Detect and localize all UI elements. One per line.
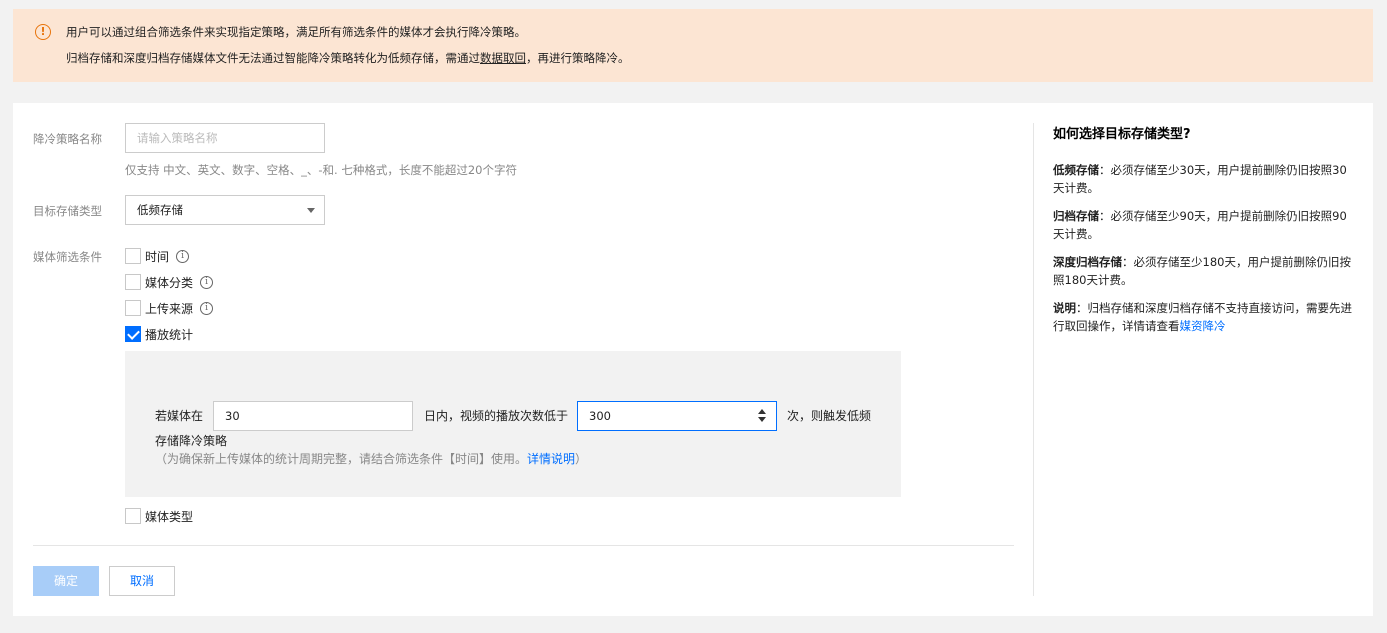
target-storage-select[interactable]: 低频存储 [125,195,325,225]
notice-line-1: 用户可以通过组合筛选条件来实现指定策略，满足所有筛选条件的媒体才会执行降冷策略。 [66,25,526,39]
play-stats-prefix: 若媒体在 [155,409,204,423]
filter-media-category[interactable]: 媒体分类 i [125,273,214,291]
help-item-archive: 归档存储：必须存储至少90天，用户提前删除仍旧按照90天计费。 [1053,207,1358,243]
filter-media-category-label: 媒体分类 [145,275,194,290]
media-cooling-link[interactable]: 媒资降冷 [1180,319,1226,333]
info-icon[interactable]: i [200,275,214,289]
form-divider [33,545,1014,546]
target-storage-label: 目标存储类型 [33,204,102,218]
help-note: 说明：归档存储和深度归档存储不支持直接访问，需要先进行取回操作，详情请查看媒资降… [1053,299,1358,335]
filter-play-stats-checkbox[interactable] [125,326,141,342]
filter-time-checkbox[interactable] [125,248,141,264]
storage-help-title: 如何选择目标存储类型? [1053,127,1191,142]
policy-name-input[interactable]: 请输入策略名称 [125,123,325,153]
policy-name-hint: 仅支持 中文、英文、数字、空格、_、-和. 七种格式，长度不能超过20个字符 [125,163,517,177]
form-panel: 降冷策略名称 请输入策略名称 仅支持 中文、英文、数字、空格、_、-和. 七种格… [13,103,1373,616]
help-note-term: 说明 [1053,301,1076,315]
play-stats-note-before: （为确保新上传媒体的统计周期完整，请结合筛选条件【时间】使用。 [155,452,528,466]
cancel-button[interactable]: 取消 [109,566,175,596]
notice-line-2-after: ，再进行策略降冷。 [526,51,630,65]
play-stats-middle: 日内，视频的播放次数低于 [424,409,569,423]
info-icon[interactable]: i [176,249,190,263]
filter-time-label: 时间 [145,249,170,264]
filter-media-type-label: 媒体类型 [145,509,194,524]
filter-upload-source-checkbox[interactable] [125,300,141,316]
notice-line-2: 归档存储和深度归档存储媒体文件无法通过智能降冷策略转化为低频存储，需通过数据取回… [66,50,630,66]
chevron-down-icon [307,208,315,213]
play-stats-suffix: 次，则触发低频 [787,409,872,423]
info-icon[interactable]: i [200,301,214,315]
play-stats-suffix-line2: 存储降冷策略 [155,434,228,448]
number-stepper-icon[interactable] [758,409,766,423]
help-term: 归档存储 [1053,209,1099,223]
help-item-deep-archive: 深度归档存储：必须存储至少180天，用户提前删除仍旧按照180天计费。 [1053,253,1358,289]
filter-media-category-checkbox[interactable] [125,274,141,290]
confirm-button[interactable]: 确定 [33,566,99,596]
filter-media-type-checkbox[interactable] [125,508,141,524]
filter-play-stats[interactable]: 播放统计 [125,325,193,343]
data-retrieval-link[interactable]: 数据取回 [480,51,526,65]
play-stats-note: （为确保新上传媒体的统计周期完整，请结合筛选条件【时间】使用。详情说明） [155,450,587,467]
filter-play-stats-label: 播放统计 [145,327,194,342]
play-count-input[interactable]: 300 [577,401,777,431]
help-term: 低频存储 [1053,163,1099,177]
target-storage-value: 低频存储 [137,203,183,217]
days-input[interactable]: 30 [213,401,413,431]
media-filter-label: 媒体筛选条件 [33,250,102,264]
side-divider [1033,123,1034,596]
filter-upload-source[interactable]: 上传来源 i [125,299,214,317]
details-link[interactable]: 详情说明 [527,452,575,466]
play-count-value: 300 [589,409,611,423]
filter-upload-source-label: 上传来源 [145,301,194,316]
warning-circle-icon: ! [35,24,51,40]
play-stats-note-after: ） [575,452,588,466]
notice-banner: ! 用户可以通过组合筛选条件来实现指定策略，满足所有筛选条件的媒体才会执行降冷策… [13,9,1373,82]
storage-help-panel: 如何选择目标存储类型? 低频存储：必须存储至少30天，用户提前删除仍旧按照30天… [1053,123,1358,345]
help-term: 深度归档存储 [1053,255,1122,269]
policy-name-label: 降冷策略名称 [33,132,102,146]
notice-line-2-before: 归档存储和深度归档存储媒体文件无法通过智能降冷策略转化为低频存储，需通过 [66,51,480,65]
help-item-standard-ia: 低频存储：必须存储至少30天，用户提前删除仍旧按照30天计费。 [1053,161,1358,197]
filter-media-type[interactable]: 媒体类型 [125,507,193,525]
filter-time[interactable]: 时间 i [125,247,190,265]
play-stats-panel: 若媒体在 30 日内，视频的播放次数低于 300 次，则触发低频 存储降冷策略 … [125,351,901,497]
